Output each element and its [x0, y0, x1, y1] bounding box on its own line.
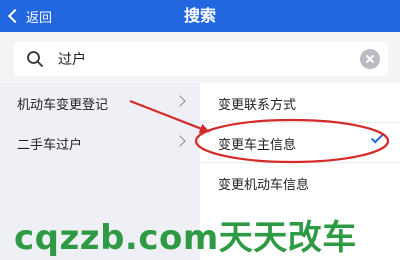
result-label: 变更联系方式	[218, 98, 297, 113]
nav-bar: 返回 搜索	[0, 0, 400, 32]
category-item-used-car-transfer[interactable]: 二手车过户	[0, 123, 200, 163]
category-label: 二手车过户	[17, 138, 83, 153]
result-label: 变更车主信息	[218, 138, 297, 153]
result-item-change-vehicle[interactable]: 变更机动车信息	[200, 163, 400, 203]
result-item-change-owner[interactable]: 变更车主信息	[200, 123, 400, 163]
clear-icon[interactable]	[360, 49, 380, 69]
result-item-change-contact[interactable]: 变更联系方式	[200, 83, 400, 123]
result-label: 变更机动车信息	[218, 178, 310, 193]
chevron-right-icon	[174, 95, 186, 107]
search-bar	[0, 32, 400, 83]
chevron-left-icon	[7, 8, 23, 24]
watermark: cqzzb.com天天改车	[14, 218, 357, 258]
search-box[interactable]	[14, 42, 388, 76]
back-button[interactable]: 返回	[7, 0, 53, 32]
checkmark-icon	[370, 131, 384, 144]
search-input[interactable]	[58, 46, 348, 72]
chevron-right-icon	[174, 135, 186, 147]
category-label: 机动车变更登记	[17, 98, 109, 113]
search-icon	[27, 51, 43, 67]
category-item-vehicle-change[interactable]: 机动车变更登记	[0, 83, 200, 123]
page-title: 搜索	[183, 6, 216, 25]
back-label: 返回	[26, 10, 53, 26]
